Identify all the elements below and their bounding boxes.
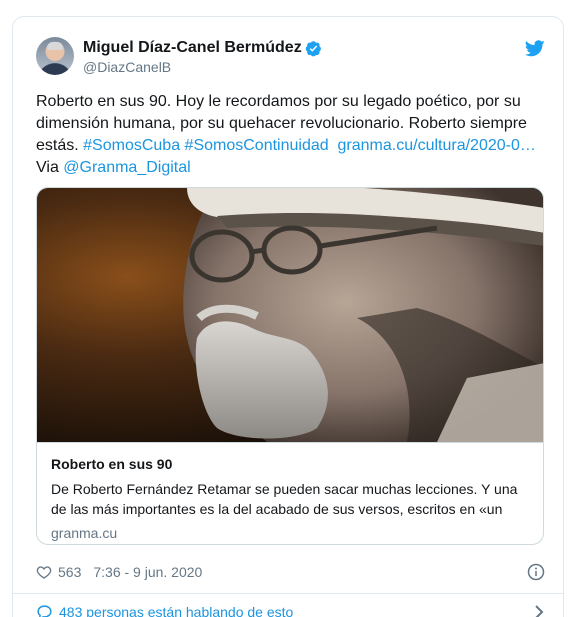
tweet-meta-row: 563 7:36 - 9 jun. 2020 [36, 562, 202, 582]
tweet-text: Roberto en sus 90. Hoy le recordamos por… [36, 91, 546, 179]
hashtag-somoscuba-link[interactable]: #SomosCuba [83, 137, 180, 154]
conversation-link[interactable]: 483 personas están hablando de esto [36, 601, 546, 617]
author-display-name[interactable]: Miguel Díaz-Canel Bermúdez [83, 39, 302, 57]
card-title: Roberto en sus 90 [51, 456, 173, 472]
author-handle[interactable]: @DiazCanelB [83, 59, 171, 75]
tweet-text-fragment: estás. [36, 137, 84, 154]
twitter-bird-icon[interactable] [525, 40, 545, 57]
article-url-link[interactable]: granma.cu/cultura/2020-0… [338, 137, 536, 154]
hashtag-somoscontinuidad-link[interactable]: #SomosContinuidad [185, 137, 329, 154]
tweet-text-line: Roberto en sus 90. Hoy le recordamos por… [36, 93, 521, 110]
tweet-text-line: dimensión humana, por su quehacer revolu… [36, 115, 527, 132]
mention-granma-link[interactable]: @Granma_Digital [63, 159, 190, 176]
card-description-line: De Roberto Fernández Retamar se pueden s… [51, 481, 518, 497]
conversation-label: 483 personas están hablando de esto [59, 604, 294, 617]
tweet-text-line: estás. #SomosCuba #SomosContinuidad gran… [36, 135, 546, 157]
card-description-line: de las más importantes es la del acabado… [51, 501, 503, 517]
via-label: Via [36, 159, 64, 176]
card-description: De Roberto Fernández Retamar se pueden s… [51, 479, 535, 519]
heart-icon[interactable] [36, 564, 52, 580]
tweet-text-line: Via @Granma_Digital [36, 157, 546, 179]
tweet-card: Miguel Díaz-Canel Bermúdez @DiazCanelB R… [12, 16, 564, 617]
tweet-timestamp[interactable]: 7:36 - 9 jun. 2020 [93, 564, 202, 580]
chat-bubble-icon [37, 604, 52, 617]
chevron-right-icon [535, 605, 544, 617]
avatar[interactable] [36, 37, 74, 75]
info-icon[interactable] [527, 563, 545, 581]
card-domain: granma.cu [51, 525, 118, 541]
card-body: Roberto en sus 90 De Roberto Fernández R… [37, 442, 543, 544]
link-preview-card[interactable]: Roberto en sus 90 De Roberto Fernández R… [36, 187, 544, 545]
like-count[interactable]: 563 [58, 564, 81, 580]
divider [13, 593, 563, 594]
card-image [37, 188, 543, 442]
verified-badge-icon [305, 41, 321, 57]
